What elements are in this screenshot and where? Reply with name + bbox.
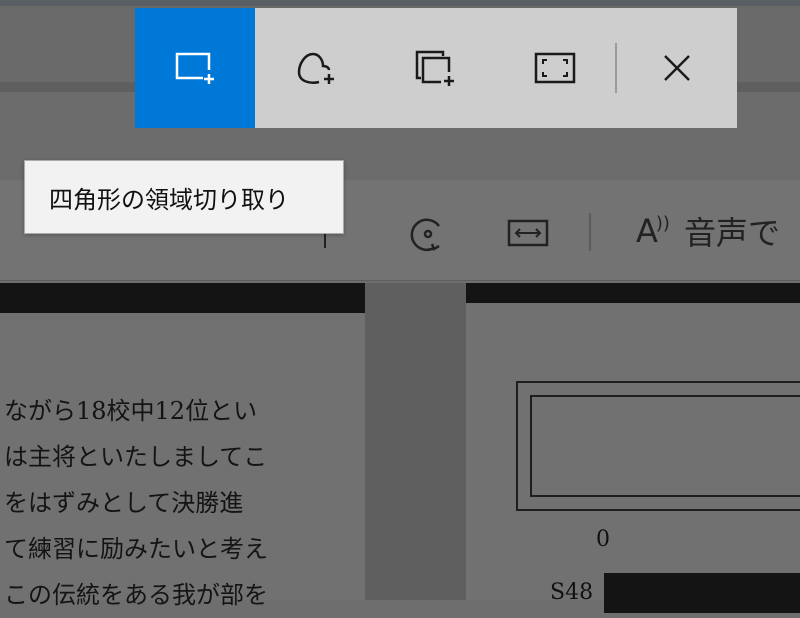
rectangle-snip-tooltip: 四角形の領域切り取り (24, 160, 344, 234)
chart-bar (604, 573, 800, 613)
rotate-icon (410, 218, 441, 252)
read-aloud-label: 音声で (683, 214, 780, 252)
document-body-text: ながら18校中12位とい は主将といたしましてこ をはずみとして決勝進 て練習に… (4, 388, 334, 618)
figure-inner-frame (530, 395, 800, 497)
text-line: は主将といたしましてこ (4, 443, 268, 471)
toolbar-divider (589, 213, 591, 251)
page-gap (365, 283, 466, 600)
rectangle-snip-button[interactable] (135, 8, 255, 128)
document-page-right: 0 S48 (466, 283, 800, 613)
fullscreen-snip-button[interactable] (495, 8, 615, 128)
text-line: をはずみとして決勝進 (4, 489, 244, 517)
snip-toolbar (135, 8, 737, 128)
text-line: て練習に励みたいと考え (4, 535, 268, 563)
freeform-snip-icon (297, 52, 334, 84)
tooltip-text: 四角形の領域切り取り (49, 185, 289, 214)
close-icon (664, 55, 690, 81)
sound-wave-icon: )) (655, 212, 670, 234)
text-line: この伝統をある我が部を (4, 581, 268, 609)
figure-frame (516, 381, 800, 511)
window-snip-icon (415, 50, 454, 86)
chart-row-label: S48 (550, 580, 594, 605)
fit-width-icon (507, 219, 549, 247)
window-snip-button[interactable] (375, 8, 495, 128)
text-line: ながら18校中12位とい (4, 397, 258, 425)
read-aloud-button[interactable]: A)) 音声で (636, 206, 780, 256)
freeform-snip-button[interactable] (255, 8, 375, 128)
page-top-bar (466, 283, 800, 303)
read-aloud-icon: A (636, 212, 658, 250)
page-top-bar (0, 283, 365, 313)
fullscreen-snip-icon (534, 52, 576, 84)
close-button[interactable] (617, 8, 737, 128)
rectangle-snip-icon (175, 52, 214, 84)
background-title-strip (0, 0, 800, 6)
chart-axis-zero: 0 (596, 527, 610, 552)
